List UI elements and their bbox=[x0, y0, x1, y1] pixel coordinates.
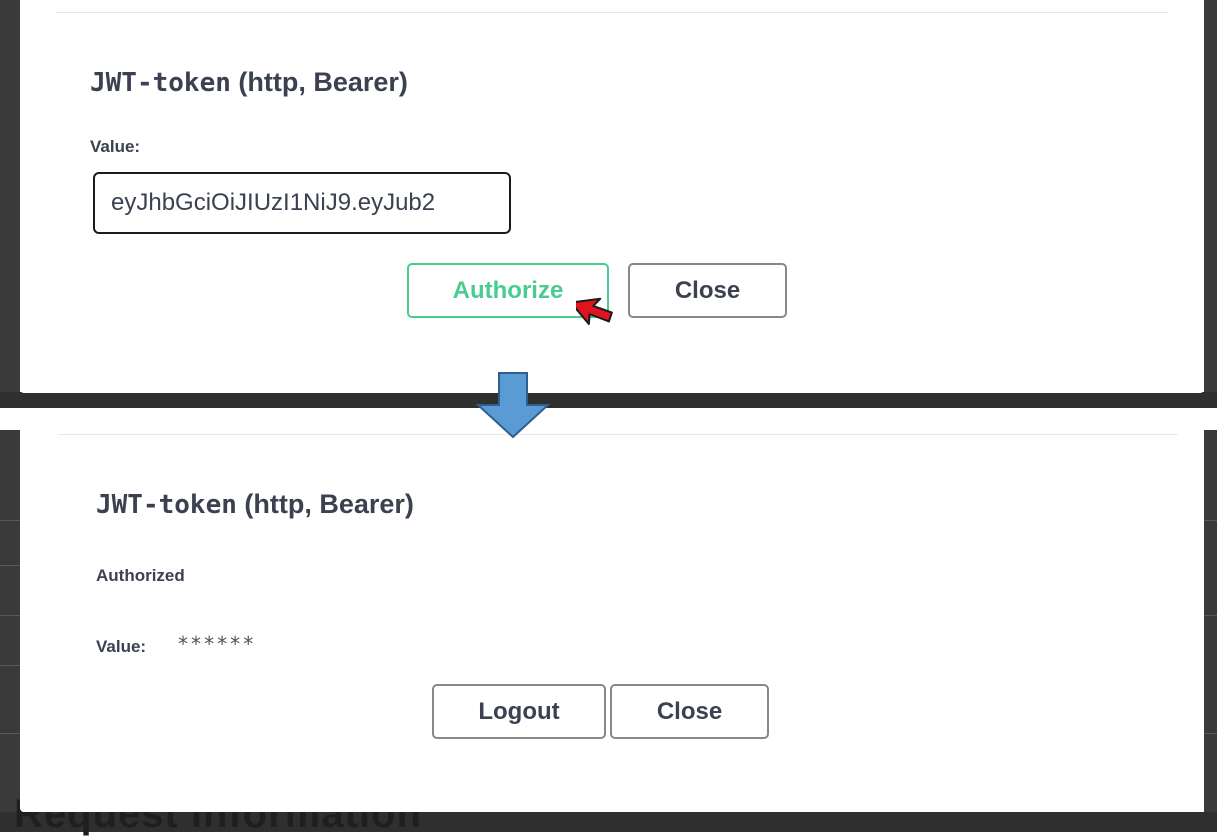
masked-token-value: ****** bbox=[177, 632, 256, 656]
backdrop-row-line bbox=[1204, 615, 1217, 616]
scheme-type: (http, Bearer) bbox=[238, 67, 408, 97]
close-button[interactable]: Close bbox=[610, 684, 769, 739]
backdrop-row-line bbox=[0, 665, 20, 666]
backdrop-row-line bbox=[0, 565, 20, 566]
page-backdrop-separator bbox=[0, 392, 1217, 408]
authorization-dialog-before: JWT-token (http, Bearer) Value: Authoriz… bbox=[20, 0, 1204, 393]
dialog-divider bbox=[58, 434, 1178, 435]
backdrop-row-line bbox=[1204, 733, 1217, 734]
security-scheme-title: JWT-token (http, Bearer) bbox=[96, 489, 414, 520]
mouse-pointer-icon bbox=[576, 297, 613, 325]
backdrop-row-line bbox=[0, 733, 20, 734]
backdrop-row-line bbox=[1204, 520, 1217, 521]
page-backdrop-right-lower bbox=[1204, 430, 1217, 832]
scheme-name: JWT-token bbox=[96, 490, 237, 520]
page-backdrop-right bbox=[1204, 0, 1217, 405]
scheme-name: JWT-token bbox=[90, 68, 231, 98]
backdrop-row-line bbox=[0, 520, 20, 521]
value-label: Value: bbox=[96, 637, 147, 656]
logout-button[interactable]: Logout bbox=[432, 684, 606, 739]
dialog-divider bbox=[56, 12, 1168, 13]
arrow-down-icon bbox=[476, 372, 550, 439]
backdrop-row-line bbox=[0, 615, 20, 616]
close-button[interactable]: Close bbox=[628, 263, 787, 318]
page-backdrop-left bbox=[0, 0, 20, 405]
authorization-dialog-after: JWT-token (http, Bearer) Authorized Valu… bbox=[20, 432, 1204, 812]
security-scheme-title: JWT-token (http, Bearer) bbox=[90, 67, 408, 98]
page-backdrop-left-lower bbox=[0, 430, 20, 832]
token-value-input[interactable] bbox=[93, 172, 511, 234]
value-label: Value: bbox=[90, 137, 141, 156]
authorized-status: Authorized bbox=[96, 566, 185, 585]
scheme-type: (http, Bearer) bbox=[244, 489, 414, 519]
